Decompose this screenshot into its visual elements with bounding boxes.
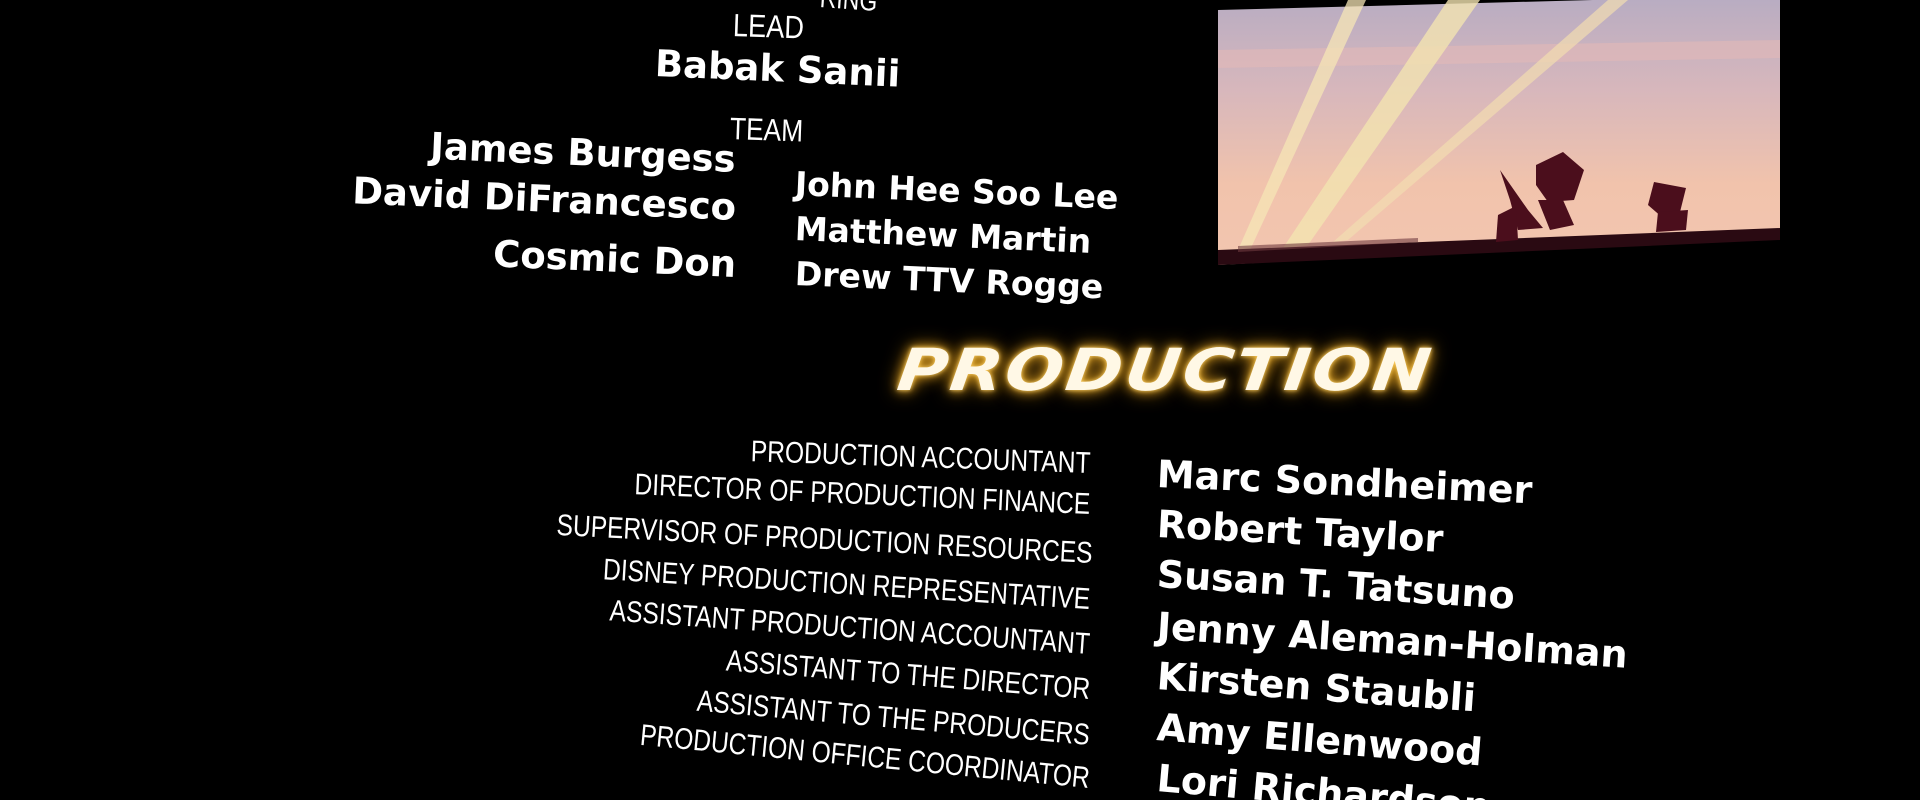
lead-name: Babak Sanii [654,42,902,96]
team-left-name: James Burgess [429,124,737,181]
credits-screen: RING LEAD Babak Sanii TEAM James Burgess… [0,0,1920,800]
sunset-scene-graphic [1218,0,1780,265]
scene-image [1218,0,1780,270]
team-left-name: Cosmic Don [492,232,737,286]
team-right-name: John Hee Soo Lee [794,164,1120,218]
partial-role-label: RING [819,0,878,18]
production-heading: PRODUCTION [893,336,1438,404]
production-name: Robert Taylor [1155,502,1445,561]
team-right-name: Matthew Martin [794,209,1093,261]
production-role: PRODUCTION ACCOUNTANT [749,435,1091,480]
lead-label: LEAD [732,7,805,46]
team-right-name: Drew TTV Rogge [794,254,1105,307]
team-label: TEAM [729,111,804,149]
production-name: Marc Sondheimer [1156,452,1534,513]
